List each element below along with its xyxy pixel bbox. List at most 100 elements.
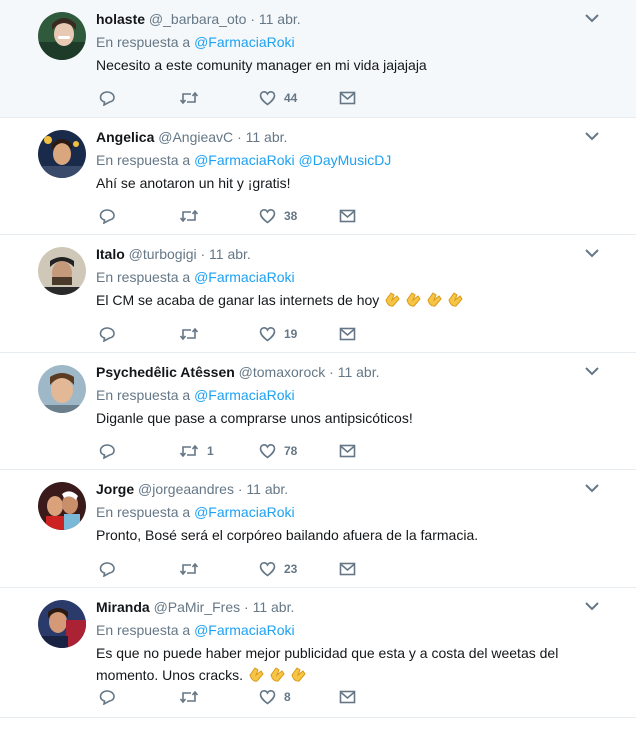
tweet-text: El CM se acaba de ganar las internets de…: [96, 289, 596, 311]
retweet-button[interactable]: [179, 206, 259, 226]
direct-message-button[interactable]: [339, 441, 369, 461]
retweet-count: 1: [207, 444, 214, 458]
retweet-icon: [179, 690, 199, 704]
direct-message-button[interactable]: [339, 206, 369, 226]
display-name[interactable]: Jorge: [96, 481, 134, 497]
chevron-down-icon[interactable]: [584, 130, 600, 142]
separator-dot: ·: [329, 364, 334, 380]
display-name[interactable]: Miranda: [96, 599, 150, 615]
reply-button[interactable]: [99, 206, 179, 226]
tweet-actions: 23: [99, 559, 369, 579]
username[interactable]: @_barbara_oto: [149, 11, 247, 27]
retweet-button[interactable]: 1: [179, 441, 259, 461]
username[interactable]: @PaMir_Fres: [154, 599, 241, 615]
reply-context: En respuesta a @FarmaciaRoki: [96, 267, 596, 287]
reply-button[interactable]: [99, 559, 179, 579]
like-button[interactable]: 44: [259, 88, 339, 108]
tweet-text-line: momento. Unos cracks.: [96, 667, 244, 683]
like-count: 19: [284, 327, 298, 341]
mention-link[interactable]: @FarmaciaRoki: [194, 34, 295, 50]
avatar[interactable]: [38, 12, 86, 60]
retweet-button[interactable]: [179, 324, 259, 344]
reply-button[interactable]: [99, 687, 179, 707]
mention-link[interactable]: @DayMusicDJ: [299, 152, 392, 168]
chevron-down-icon[interactable]: [584, 247, 600, 259]
tweet-content: Angelica @AngieavC · 11 abr. En respuest…: [96, 127, 596, 194]
separator-dot: ·: [244, 599, 249, 615]
tweet[interactable]: Italo @turbogigi · 11 abr. En respuesta …: [0, 235, 636, 353]
timestamp[interactable]: 11 abr.: [246, 129, 288, 145]
reply-context: En respuesta a @FarmaciaRoki @DayMusicDJ: [96, 150, 596, 170]
timestamp[interactable]: 11 abr.: [338, 364, 380, 380]
mention-link[interactable]: @FarmaciaRoki: [194, 269, 295, 285]
mention-link[interactable]: @FarmaciaRoki: [194, 152, 295, 168]
retweet-button[interactable]: [179, 687, 259, 707]
reply-button[interactable]: [99, 441, 179, 461]
tweet-header: Jorge @jorgeaandres · 11 abr.: [96, 479, 596, 499]
tweet[interactable]: holaste @_barbara_oto · 11 abr. En respu…: [0, 0, 636, 118]
username[interactable]: @AngieavC: [158, 129, 233, 145]
like-button[interactable]: 78: [259, 441, 339, 461]
reply-prefix: En respuesta a: [96, 387, 191, 403]
reply-button[interactable]: [99, 88, 179, 108]
reply-context: En respuesta a @FarmaciaRoki: [96, 502, 596, 522]
reply-context: En respuesta a @FarmaciaRoki: [96, 32, 596, 52]
mention-link[interactable]: @FarmaciaRoki: [194, 504, 295, 520]
tweet[interactable]: Psychedêlic Atêssen @tomaxorock · 11 abr…: [0, 353, 636, 470]
heart-icon: [259, 208, 276, 224]
retweet-button[interactable]: [179, 88, 259, 108]
reply-button[interactable]: [99, 324, 179, 344]
username[interactable]: @tomaxorock: [239, 364, 326, 380]
tweet[interactable]: Miranda @PaMir_Fres · 11 abr. En respues…: [0, 588, 636, 718]
like-button[interactable]: 19: [259, 324, 339, 344]
username[interactable]: @turbogigi: [129, 246, 197, 262]
timestamp[interactable]: 11 abr.: [259, 11, 301, 27]
display-name[interactable]: Angelica: [96, 129, 154, 145]
timestamp[interactable]: 11 abr.: [253, 599, 295, 615]
mail-icon: [339, 562, 356, 576]
chevron-down-icon[interactable]: [584, 600, 600, 612]
avatar[interactable]: [38, 365, 86, 413]
reply-prefix: En respuesta a: [96, 622, 191, 638]
mention-link[interactable]: @FarmaciaRoki: [194, 622, 295, 638]
mail-icon: [339, 690, 356, 704]
like-button[interactable]: 38: [259, 206, 339, 226]
chevron-down-icon[interactable]: [584, 12, 600, 24]
tweet-header: Angelica @AngieavC · 11 abr.: [96, 127, 596, 147]
display-name[interactable]: Italo: [96, 246, 125, 262]
tweet[interactable]: Angelica @AngieavC · 11 abr. En respuest…: [0, 118, 636, 235]
tweet[interactable]: Jorge @jorgeaandres · 11 abr. En respues…: [0, 470, 636, 588]
tweet-text: Necesito a este comunity manager en mi v…: [96, 57, 427, 73]
chevron-down-icon[interactable]: [584, 482, 600, 494]
tweet-actions: 1 78: [99, 441, 369, 461]
direct-message-button[interactable]: [339, 324, 369, 344]
display-name[interactable]: Psychedêlic Atêssen: [96, 364, 235, 380]
timestamp[interactable]: 11 abr.: [209, 246, 251, 262]
direct-message-button[interactable]: [339, 88, 369, 108]
reply-icon: [99, 562, 115, 577]
retweet-button[interactable]: [179, 559, 259, 579]
like-count: 38: [284, 209, 298, 223]
reply-icon: [99, 327, 115, 342]
direct-message-button[interactable]: [339, 559, 369, 579]
separator-dot: ·: [237, 481, 243, 497]
mention-link[interactable]: @FarmaciaRoki: [194, 387, 295, 403]
timestamp[interactable]: 11 abr.: [246, 481, 288, 497]
avatar[interactable]: [38, 247, 86, 295]
like-button[interactable]: 23: [259, 559, 339, 579]
retweet-icon: [179, 209, 199, 223]
display-name[interactable]: holaste: [96, 11, 145, 27]
avatar[interactable]: [38, 600, 86, 648]
like-count: 78: [284, 444, 298, 458]
tweet-actions: 19: [99, 324, 369, 344]
like-button[interactable]: 8: [259, 687, 339, 707]
username[interactable]: @jorgeaandres: [138, 481, 234, 497]
retweet-icon: [179, 327, 199, 341]
avatar[interactable]: [38, 482, 86, 530]
avatar[interactable]: [38, 130, 86, 178]
reply-context: En respuesta a @FarmaciaRoki: [96, 620, 596, 640]
chevron-down-icon[interactable]: [584, 365, 600, 377]
direct-message-button[interactable]: [339, 687, 369, 707]
reply-icon: [99, 690, 115, 705]
separator-dot: ·: [237, 129, 242, 145]
